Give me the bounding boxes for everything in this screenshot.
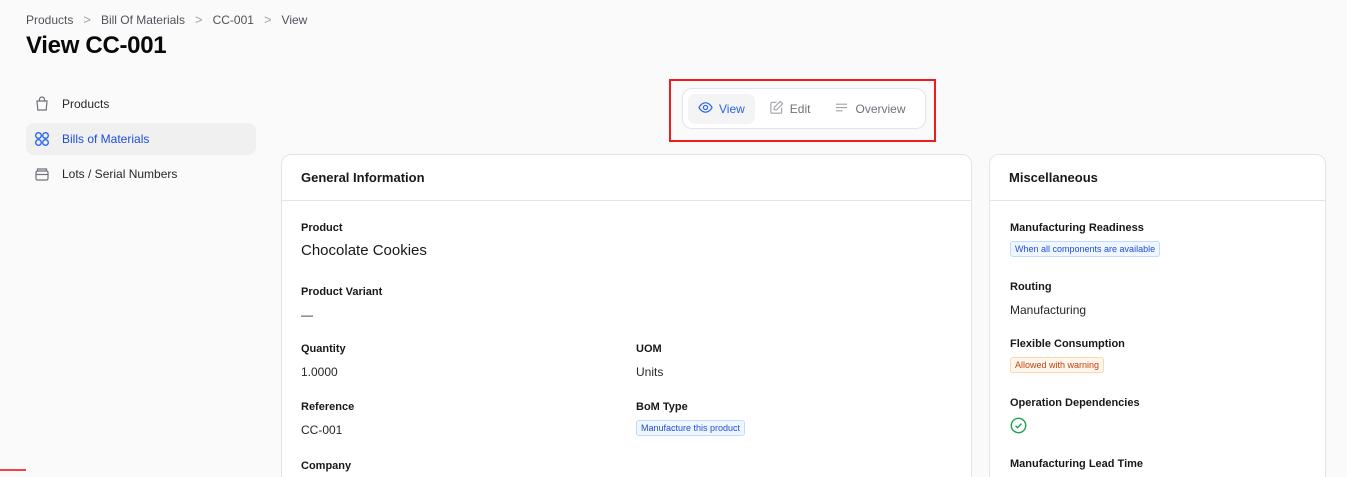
routing-field: Routing Manufacturing	[1010, 281, 1086, 317]
breadcrumb-record[interactable]: CC-001	[213, 13, 254, 27]
bom-type-badge: Manufacture this product	[636, 420, 746, 436]
sidebar-item-label: Products	[62, 97, 110, 111]
general-information-card: General Information Product Chocolate Co…	[281, 154, 972, 477]
field-value: Chocolate Cookies	[301, 242, 427, 259]
bom-type-field: BoM Type Manufacture this product	[636, 401, 746, 436]
breadcrumb: Products > Bill Of Materials > CC-001 > …	[26, 12, 307, 27]
manufacturing-lead-time-field: Manufacturing Lead Time	[1010, 458, 1143, 470]
sidebar-item-label: Lots / Serial Numbers	[62, 167, 178, 181]
field-label: Manufacturing Readiness	[1010, 222, 1144, 234]
manufacturing-readiness-field: Manufacturing Readiness When all compone…	[1010, 222, 1161, 257]
tab-label: Overview	[855, 101, 906, 116]
field-label: Flexible Consumption	[1010, 338, 1125, 350]
field-label: Reference	[301, 401, 355, 413]
miscellaneous-card: Miscellaneous Manufacturing Readiness Wh…	[989, 154, 1326, 477]
grid-icon	[34, 131, 50, 147]
field-value: Manufacturing	[1010, 303, 1087, 317]
page-title: View CC-001	[26, 32, 167, 59]
reference-field: Reference CC-001	[301, 401, 354, 437]
field-value: —	[301, 308, 313, 322]
archive-icon	[34, 166, 50, 182]
pencil-icon	[769, 100, 784, 118]
field-label: Operation Dependencies	[1010, 397, 1140, 409]
field-value: 1.0000	[301, 365, 338, 379]
edge-indicator	[0, 469, 26, 471]
breadcrumb-current: View	[281, 12, 308, 27]
operation-dependencies-field: Operation Dependencies	[1010, 397, 1140, 439]
product-variant-field: Product Variant —	[301, 286, 382, 322]
breadcrumb-bill-of-materials[interactable]: Bill Of Materials	[101, 13, 185, 27]
field-value: CC-001	[301, 423, 343, 437]
breadcrumb-separator: >	[263, 12, 272, 27]
company-field: Company	[301, 460, 351, 472]
sidebar-item-bills-of-materials[interactable]: Bills of Materials	[26, 123, 256, 155]
flexible-consumption-field: Flexible Consumption Allowed with warnin…	[1010, 338, 1125, 373]
breadcrumb-separator: >	[194, 12, 203, 27]
sidebar-item-products[interactable]: Products	[26, 88, 256, 120]
tab-label: Edit	[789, 101, 811, 116]
card-title: General Information	[282, 155, 971, 201]
lines-icon	[834, 100, 849, 118]
product-field: Product Chocolate Cookies	[301, 222, 427, 259]
field-label: Product Variant	[301, 286, 383, 298]
tab-label: View	[719, 101, 745, 116]
field-label: Manufacturing Lead Time	[1010, 458, 1144, 470]
tab-view[interactable]: View	[688, 93, 755, 124]
uom-field: UOM Units	[636, 343, 663, 379]
sidebar-item-label: Bills of Materials	[62, 132, 150, 146]
field-label: Quantity	[301, 343, 346, 355]
check-circle-icon	[1010, 417, 1140, 439]
quantity-field: Quantity 1.0000	[301, 343, 346, 379]
view-mode-tabs: View Edit Overview	[682, 88, 926, 129]
shopping-bag-icon	[34, 96, 50, 112]
sidebar-item-lots-serial-numbers[interactable]: Lots / Serial Numbers	[26, 158, 256, 190]
breadcrumb-separator: >	[83, 12, 91, 27]
field-label: Company	[301, 460, 352, 472]
card-title: Miscellaneous	[990, 155, 1325, 201]
field-value: Units	[636, 365, 664, 379]
field-label: UOM	[636, 343, 662, 355]
field-label: BoM Type	[636, 401, 688, 413]
readiness-badge: When all components are available	[1010, 241, 1161, 257]
field-label: Product	[301, 222, 343, 234]
field-label: Routing	[1010, 281, 1052, 293]
tab-overview[interactable]: Overview	[824, 94, 915, 124]
breadcrumb-products[interactable]: Products	[26, 13, 73, 27]
consumption-badge: Allowed with warning	[1010, 357, 1105, 373]
sidebar: Products Bills of Materials Lots / Seria…	[26, 88, 256, 193]
tab-edit[interactable]: Edit	[759, 94, 821, 124]
eye-icon	[698, 100, 713, 118]
